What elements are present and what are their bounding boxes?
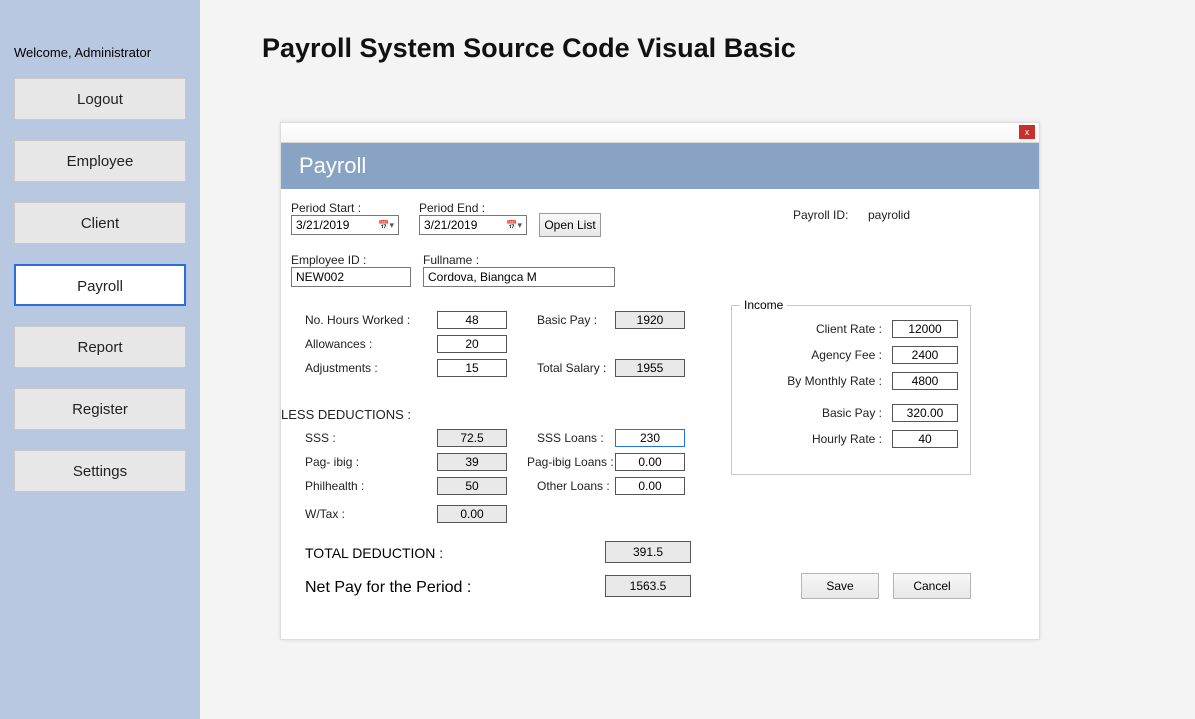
pagibig-value: 39 [437, 453, 507, 471]
page-title: Payroll System Source Code Visual Basic [262, 33, 1195, 64]
close-icon[interactable]: x [1019, 125, 1035, 139]
other-loans-label: Other Loans : [537, 479, 610, 493]
welcome-text: Welcome, Administrator [0, 45, 200, 60]
fullname-input[interactable]: Cordova, Biangca M [423, 267, 615, 287]
payroll-window: x Payroll Period Start : 3/21/2019 📅▾ Pe… [280, 122, 1040, 640]
total-deduction-label: TOTAL DEDUCTION : [305, 545, 443, 561]
period-end-label: Period End : [419, 201, 527, 215]
period-start-input[interactable]: 3/21/2019 📅▾ [291, 215, 399, 235]
allowances-input[interactable]: 20 [437, 335, 507, 353]
hourly-rate-value[interactable]: 40 [892, 430, 958, 448]
agency-fee-value[interactable]: 2400 [892, 346, 958, 364]
hours-worked-input[interactable]: 48 [437, 311, 507, 329]
pagibig-label: Pag- ibig : [305, 455, 359, 469]
nav-logout[interactable]: Logout [14, 78, 186, 120]
window-title: Payroll [281, 143, 1039, 189]
employee-id-input[interactable]: NEW002 [291, 267, 411, 287]
calendar-icon[interactable]: 📅▾ [506, 220, 522, 231]
net-pay-label: Net Pay for the Period : [305, 579, 471, 597]
employee-id-label: Employee ID : [291, 253, 411, 267]
main-area: Payroll System Source Code Visual Basic … [200, 0, 1195, 719]
nav-employee[interactable]: Employee [14, 140, 186, 182]
client-rate-value[interactable]: 12000 [892, 320, 958, 338]
basic-pay-value: 1920 [615, 311, 685, 329]
adjustments-label: Adjustments : [305, 361, 378, 375]
calendar-icon[interactable]: 📅▾ [378, 220, 394, 231]
hours-worked-label: No. Hours Worked : [305, 313, 410, 327]
allowances-label: Allowances : [305, 337, 372, 351]
save-button[interactable]: Save [801, 573, 879, 599]
adjustments-input[interactable]: 15 [437, 359, 507, 377]
period-start-label: Period Start : [291, 201, 399, 215]
nav-settings[interactable]: Settings [14, 450, 186, 492]
sss-loans-input[interactable]: 230 [615, 429, 685, 447]
total-salary-label: Total Salary : [537, 361, 606, 375]
sss-label: SSS : [305, 431, 336, 445]
pagibig-loans-label: Pag-ibig Loans : [527, 455, 614, 469]
payroll-id-label: Payroll ID: [793, 208, 848, 222]
philhealth-label: Philhealth : [305, 479, 364, 493]
period-start-value: 3/21/2019 [296, 218, 349, 232]
pagibig-loans-input[interactable]: 0.00 [615, 453, 685, 471]
form-body: Period Start : 3/21/2019 📅▾ Period End :… [281, 189, 1039, 639]
open-list-button[interactable]: Open List [539, 213, 601, 237]
nav-client[interactable]: Client [14, 202, 186, 244]
net-pay-value: 1563.5 [605, 575, 691, 597]
sss-value: 72.5 [437, 429, 507, 447]
sss-loans-label: SSS Loans : [537, 431, 604, 445]
basic-pay-label: Basic Pay : [537, 313, 597, 327]
bymonthly-value[interactable]: 4800 [892, 372, 958, 390]
agency-fee-label: Agency Fee : [811, 348, 882, 362]
wtax-label: W/Tax : [305, 507, 345, 521]
income-basic-pay-value[interactable]: 320.00 [892, 404, 958, 422]
income-basic-pay-label: Basic Pay : [822, 406, 882, 420]
hourly-rate-label: Hourly Rate : [812, 432, 882, 446]
nav-report[interactable]: Report [14, 326, 186, 368]
wtax-value: 0.00 [437, 505, 507, 523]
deductions-header: LESS DEDUCTIONS : [281, 407, 411, 422]
window-chrome: x [281, 123, 1039, 143]
bymonthly-label: By Monthly Rate : [787, 374, 882, 388]
philhealth-value: 50 [437, 477, 507, 495]
nav-register[interactable]: Register [14, 388, 186, 430]
fullname-label: Fullname : [423, 253, 615, 267]
income-legend: Income [740, 298, 787, 312]
other-loans-input[interactable]: 0.00 [615, 477, 685, 495]
income-panel: Income Client Rate : 12000 Agency Fee : … [731, 305, 971, 475]
cancel-button[interactable]: Cancel [893, 573, 971, 599]
period-end-input[interactable]: 3/21/2019 📅▾ [419, 215, 527, 235]
total-deduction-value: 391.5 [605, 541, 691, 563]
payroll-id-value: payrolid [868, 208, 910, 222]
nav-payroll[interactable]: Payroll [14, 264, 186, 306]
sidebar: Welcome, Administrator Logout Employee C… [0, 0, 200, 719]
total-salary-value: 1955 [615, 359, 685, 377]
period-end-value: 3/21/2019 [424, 218, 477, 232]
client-rate-label: Client Rate : [816, 322, 882, 336]
